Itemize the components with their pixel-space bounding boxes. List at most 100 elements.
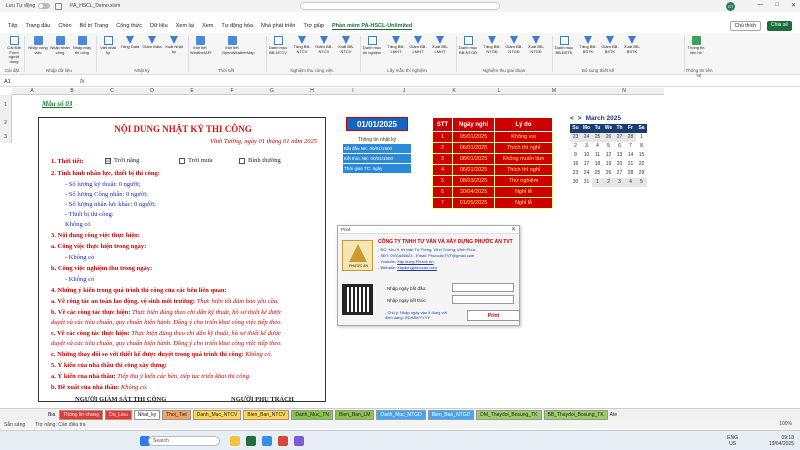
calendar-day[interactable]: 4 bbox=[592, 142, 603, 151]
ribbon-button[interactable]: Xuất BB-NTCV bbox=[336, 36, 356, 54]
ribbon-button[interactable]: Danh mục thí nghiệm bbox=[362, 36, 382, 55]
sheet-tab[interactable]: Bien_Ban_NTCV bbox=[243, 409, 290, 420]
sheet-tab[interactable]: Bien_Ban_NTGD bbox=[427, 409, 475, 420]
autosave-toggle[interactable] bbox=[38, 3, 51, 9]
table-cell[interactable]: 6 bbox=[432, 186, 453, 198]
sheet-tab[interactable]: BB_Thaydoi_Bosung_TK bbox=[543, 409, 608, 420]
calendar-day[interactable]: 9 bbox=[570, 151, 581, 160]
column-header[interactable]: M bbox=[524, 88, 584, 95]
column-header[interactable]: I bbox=[332, 88, 374, 95]
file-explorer-icon[interactable] bbox=[230, 436, 240, 446]
column-header[interactable]: N bbox=[584, 88, 664, 95]
dialog-close-icon[interactable]: ✕ bbox=[511, 226, 516, 234]
column-header[interactable]: G bbox=[252, 88, 292, 95]
ribbon-button[interactable]: Xuất Nhật ký bbox=[164, 36, 184, 54]
column-header[interactable]: F bbox=[212, 88, 252, 95]
calendar-day[interactable]: 29 bbox=[636, 169, 647, 178]
ribbon-button[interactable]: Tăng BB-BSTK bbox=[578, 36, 598, 54]
sheet-tab[interactable]: Nhat_ky bbox=[133, 409, 161, 420]
ribbon-button[interactable]: thời tiết WeatherAPI bbox=[190, 36, 212, 55]
sheet-tab[interactable]: DM_Thaydoi_Bosung_TK bbox=[476, 409, 542, 420]
checkbox-icon[interactable] bbox=[239, 157, 245, 164]
column-header[interactable]: J bbox=[374, 88, 434, 95]
menu-item[interactable]: Nhà phát triển bbox=[261, 23, 296, 29]
column-header[interactable]: B bbox=[52, 88, 92, 95]
calendar-day[interactable]: 26 bbox=[603, 133, 614, 142]
ribbon-button[interactable]: Tăng BB-LMHT bbox=[386, 36, 406, 54]
calendar-day[interactable]: 3 bbox=[581, 142, 592, 151]
current-date[interactable]: 01/01/2025 bbox=[346, 117, 408, 131]
ribbon-button[interactable]: Danh mục BB-NTGĐ bbox=[458, 36, 478, 55]
calendar-day[interactable]: 2 bbox=[603, 178, 614, 187]
sheet-tab[interactable]: Danh_Muc_NTGD bbox=[376, 409, 426, 420]
column-header[interactable]: H bbox=[292, 88, 332, 95]
ribbon-button[interactable]: Tăng Data bbox=[120, 36, 140, 50]
calendar-day[interactable]: 13 bbox=[614, 151, 625, 160]
ribbon-button[interactable]: Nhập máy thi công bbox=[72, 36, 92, 55]
calendar-day[interactable]: 6 bbox=[614, 142, 625, 151]
table-cell[interactable]: 08/01/2025 bbox=[452, 153, 495, 165]
website-link[interactable]: Xaydungphuocan.com bbox=[397, 265, 437, 270]
end-date-input[interactable] bbox=[452, 295, 514, 304]
calendar-day[interactable]: 4 bbox=[625, 178, 636, 187]
fx-icon[interactable]: fx bbox=[80, 79, 85, 85]
maximize-button[interactable]: □ bbox=[775, 2, 779, 9]
sheet-tab[interactable]: Du_Lieu bbox=[105, 409, 132, 420]
taskbar-search[interactable]: Search bbox=[148, 436, 220, 446]
sheet-tab[interactable]: Danh_Muc_NTCV bbox=[192, 409, 242, 420]
menu-item[interactable]: Xem bbox=[202, 23, 213, 29]
calendar-day[interactable]: 1 bbox=[592, 178, 603, 187]
table-cell[interactable]: 1 bbox=[432, 131, 453, 143]
ribbon-button[interactable]: Xuất BB-BSTK bbox=[622, 36, 642, 54]
save-icon[interactable] bbox=[55, 2, 63, 10]
calendar-day[interactable]: 12 bbox=[603, 151, 614, 160]
sheet-tab[interactable]: Thông tin chung bbox=[59, 409, 104, 420]
checkbox-icon[interactable] bbox=[179, 157, 185, 164]
weather-rainy[interactable]: Trời mưa bbox=[179, 157, 212, 164]
calendar-day[interactable]: 22 bbox=[636, 160, 647, 169]
calendar-day[interactable]: 8 bbox=[636, 142, 647, 151]
menu-item[interactable]: Xem lại bbox=[176, 23, 194, 29]
menu-item[interactable]: Tự động hóa bbox=[221, 23, 253, 29]
calendar-day[interactable]: 18 bbox=[592, 160, 603, 169]
calendar-day[interactable]: 5 bbox=[603, 142, 614, 151]
column-header[interactable]: A bbox=[12, 88, 52, 95]
table-cell[interactable]: 7 bbox=[432, 197, 453, 209]
ribbon-button[interactable]: Thông tin liên hệ bbox=[686, 36, 706, 55]
ribbon-button[interactable]: Viết nhật ký bbox=[98, 36, 118, 55]
calendar-prev-button[interactable]: < bbox=[570, 115, 574, 122]
table-cell[interactable]: 30/04/2025 bbox=[452, 186, 495, 198]
close-button[interactable]: ✕ bbox=[791, 2, 796, 9]
calendar-day[interactable]: 15 bbox=[636, 151, 647, 160]
sheet-tab-more[interactable]: Ate bbox=[610, 412, 618, 418]
calendar-day[interactable]: 31 bbox=[581, 178, 592, 187]
ribbon-button[interactable]: Danh mục BB-NTCV bbox=[268, 36, 288, 55]
ribbon-button[interactable]: Tăng BB-NTGĐ bbox=[482, 36, 502, 54]
table-cell[interactable]: Thích thì nghỉ bbox=[494, 164, 553, 176]
table-cell[interactable]: 4 bbox=[432, 164, 453, 176]
calendar-day[interactable]: 30 bbox=[570, 178, 581, 187]
menu-item[interactable]: Công thức bbox=[116, 23, 142, 29]
calendar-day[interactable]: 1 bbox=[636, 133, 647, 142]
calendar-day[interactable]: 24 bbox=[581, 133, 592, 142]
calendar-day[interactable]: 16 bbox=[570, 160, 581, 169]
table-cell[interactable]: Thích thì nghỉ bbox=[494, 142, 553, 154]
checkbox-icon[interactable]: ☑ bbox=[105, 157, 111, 164]
table-cell[interactable]: 06/01/2025 bbox=[452, 164, 495, 176]
table-cell[interactable]: 5 bbox=[432, 175, 453, 187]
calendar-next-button[interactable]: > bbox=[578, 115, 582, 122]
calendar-day[interactable]: 26 bbox=[603, 169, 614, 178]
table-cell[interactable]: Không muốn làm bbox=[494, 153, 553, 165]
ribbon-button[interactable]: Giảm Data bbox=[142, 36, 162, 50]
search-box[interactable] bbox=[300, 2, 500, 10]
print-button[interactable]: Print bbox=[467, 310, 520, 321]
table-cell[interactable]: Thứ nghiệm bbox=[494, 175, 553, 187]
ribbon-button[interactable]: Xuất BB-NTGĐ bbox=[526, 36, 546, 54]
clock[interactable]: 09:18 19/04/2025 bbox=[769, 435, 794, 447]
calendar-day[interactable]: 23 bbox=[570, 133, 581, 142]
column-header[interactable]: L bbox=[474, 88, 524, 95]
row-header[interactable]: 1 bbox=[0, 95, 12, 115]
calendar-day[interactable]: 25 bbox=[592, 133, 603, 142]
weather-sunny[interactable]: ☑ Trời nắng bbox=[105, 157, 139, 164]
calendar-day[interactable]: 7 bbox=[625, 142, 636, 151]
